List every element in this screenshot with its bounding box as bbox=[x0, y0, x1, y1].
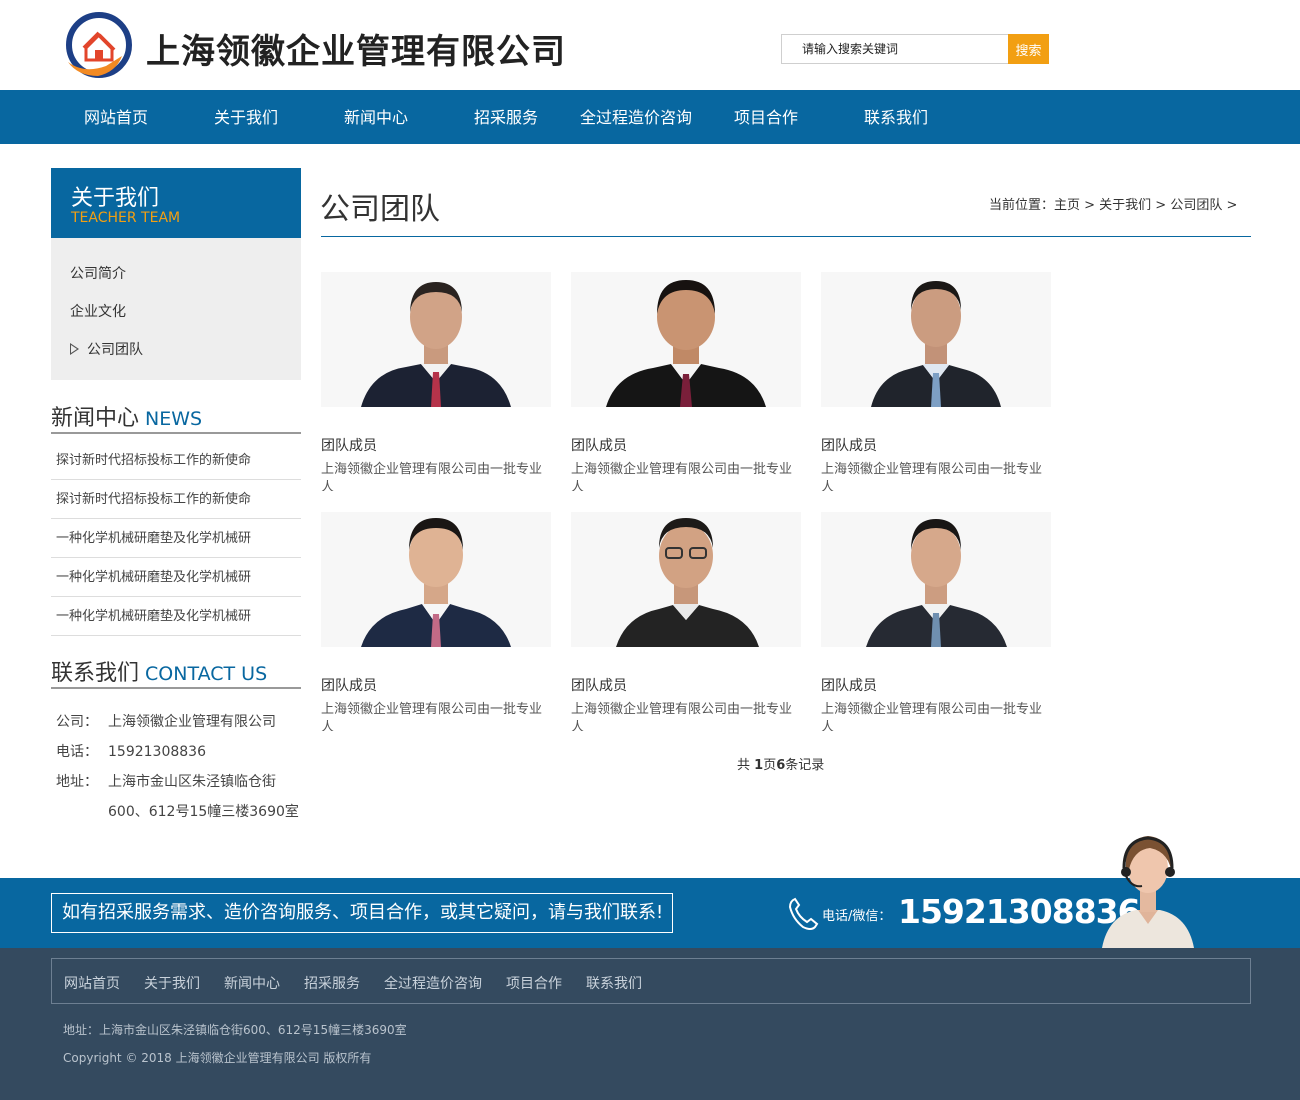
member-photo[interactable] bbox=[321, 512, 551, 647]
nav-item-home[interactable]: 网站首页 bbox=[51, 90, 181, 144]
member-title[interactable]: 团队成员 bbox=[821, 675, 1051, 695]
footer-nav-cooperation[interactable]: 项目合作 bbox=[506, 973, 562, 993]
member-title[interactable]: 团队成员 bbox=[571, 675, 801, 695]
main-nav: 网站首页 关于我们 新闻中心 招采服务 全过程造价咨询 项目合作 联系我们 bbox=[0, 90, 1300, 144]
news-item[interactable]: 探讨新时代招标投标工作的新使命 bbox=[51, 441, 301, 480]
member-portrait-icon bbox=[866, 519, 1007, 647]
nav-item-contact[interactable]: 联系我们 bbox=[831, 90, 961, 144]
member-description: 上海领徽企业管理有限公司由一批专业人 bbox=[321, 702, 543, 731]
footer-address: 地址：上海市金山区朱泾镇临仓街600、612号15幢三楼3690室 bbox=[63, 1023, 407, 1037]
news-heading-cn: 新闻中心 bbox=[51, 406, 140, 431]
footer-nav-news[interactable]: 新闻中心 bbox=[224, 973, 280, 993]
search-button[interactable]: 搜索 bbox=[1008, 34, 1049, 64]
pager-record-count: 6 bbox=[776, 758, 786, 773]
pagination-summary: 共 1页6条记录 bbox=[737, 754, 824, 773]
nav-item-procurement[interactable]: 招采服务 bbox=[441, 90, 571, 144]
member-title[interactable]: 团队成员 bbox=[571, 435, 801, 455]
footer-nav-procurement[interactable]: 招采服务 bbox=[304, 973, 360, 993]
member-title[interactable]: 团队成员 bbox=[321, 435, 551, 455]
banner-message: 如有招采服务需求、造价咨询服务、项目合作，或其它疑问，请与我们联系! bbox=[51, 893, 673, 933]
page: 上海领徽企业管理有限公司 搜索 网站首页 关于我们 新闻中心 招采服务 全过程造… bbox=[0, 0, 1300, 1100]
nav-item-about[interactable]: 关于我们 bbox=[181, 90, 311, 144]
member-photo[interactable] bbox=[571, 272, 801, 407]
news-heading-en: NEWS bbox=[145, 408, 203, 430]
member-description: 上海领徽企业管理有限公司由一批专业人 bbox=[821, 702, 1043, 731]
sidebar-title: 关于我们 bbox=[71, 186, 160, 211]
member-description: 上海领徽企业管理有限公司由一批专业人 bbox=[571, 462, 793, 491]
pager-suffix: 条记录 bbox=[785, 758, 825, 773]
member-photo[interactable] bbox=[321, 272, 551, 407]
member-photo[interactable] bbox=[821, 512, 1051, 647]
member-portrait-icon bbox=[616, 518, 759, 647]
news-section-heading: 新闻中心 NEWS bbox=[51, 400, 301, 434]
member-photo[interactable] bbox=[821, 272, 1051, 407]
sidebar-subtitle: TEACHER TEAM bbox=[71, 210, 181, 226]
phone-label: 电话： bbox=[56, 744, 98, 760]
site-brand-name[interactable]: 上海领徽企业管理有限公司 bbox=[146, 24, 566, 73]
header: 上海领徽企业管理有限公司 搜索 bbox=[0, 0, 1300, 90]
contact-info: 公司： 上海领徽企业管理有限公司 电话： 15921308836 地址： 上海市金山区… bbox=[56, 707, 306, 827]
sidebar-item-team[interactable]: 公司团队 bbox=[70, 339, 143, 359]
pager-mid: 页 bbox=[763, 758, 777, 773]
address-line-1: 上海市金山区朱泾镇临仓街 bbox=[108, 774, 276, 790]
member-title[interactable]: 团队成员 bbox=[821, 435, 1051, 455]
company-name: 上海领徽企业管理有限公司 bbox=[108, 714, 276, 730]
phone-number: 15921308836 bbox=[108, 744, 206, 760]
sidebar-header: 关于我们 TEACHER TEAM bbox=[51, 168, 301, 238]
member-portrait-icon bbox=[361, 282, 511, 407]
member-portrait-icon bbox=[871, 281, 1001, 407]
member-description: 上海领徽企业管理有限公司由一批专业人 bbox=[571, 702, 793, 731]
member-portrait-icon bbox=[606, 280, 766, 407]
play-arrow-icon bbox=[70, 343, 79, 355]
address-line-2: 600、612号15幢三楼3690室 bbox=[108, 804, 299, 820]
banner-phone-label: 电话/微信： bbox=[822, 909, 892, 924]
contact-heading-en: CONTACT US bbox=[145, 663, 268, 685]
news-list: 探讨新时代招标投标工作的新使命 探讨新时代招标投标工作的新使命 一种化学机械研磨… bbox=[51, 441, 301, 636]
member-description: 上海领徽企业管理有限公司由一批专业人 bbox=[321, 462, 543, 491]
title-divider bbox=[321, 236, 1251, 237]
footer: 网站首页 关于我们 新闻中心 招采服务 全过程造价咨询 项目合作 联系我们 地址… bbox=[0, 948, 1300, 1100]
member-portrait-icon bbox=[361, 518, 511, 647]
team-member-card[interactable]: 团队成员 上海领徽企业管理有限公司由一批专业人 bbox=[321, 512, 551, 731]
page-title: 公司团队 bbox=[320, 192, 440, 227]
nav-item-cooperation[interactable]: 项目合作 bbox=[701, 90, 831, 144]
footer-nav-home[interactable]: 网站首页 bbox=[64, 973, 120, 993]
footer-copyright: Copyright © 2018 上海领徽企业管理有限公司 版权所有 bbox=[63, 1051, 372, 1065]
house-hand-logo-icon[interactable] bbox=[64, 10, 134, 80]
contact-section-heading: 联系我们 CONTACT US bbox=[51, 655, 301, 689]
sidebar-item-team-label: 公司团队 bbox=[87, 342, 143, 358]
customer-service-agent-image bbox=[1102, 836, 1194, 948]
pager-page-count: 1 bbox=[754, 758, 764, 773]
breadcrumb[interactable]: 当前位置：主页 > 关于我们 > 公司团队 > bbox=[989, 194, 1237, 213]
news-item[interactable]: 探讨新时代招标投标工作的新使命 bbox=[51, 480, 301, 519]
team-member-card[interactable]: 团队成员 上海领徽企业管理有限公司由一批专业人 bbox=[571, 512, 801, 731]
nav-item-news[interactable]: 新闻中心 bbox=[311, 90, 441, 144]
member-title[interactable]: 团队成员 bbox=[321, 675, 551, 695]
footer-nav-about[interactable]: 关于我们 bbox=[144, 973, 200, 993]
phone-icon bbox=[788, 897, 819, 930]
footer-nav-contact[interactable]: 联系我们 bbox=[586, 973, 642, 993]
sidebar-menu: 公司简介 企业文化 公司团队 bbox=[51, 238, 301, 380]
sidebar-item-culture[interactable]: 企业文化 bbox=[70, 301, 126, 321]
news-item[interactable]: 一种化学机械研磨垫及化学机械研 bbox=[51, 519, 301, 558]
team-member-card[interactable]: 团队成员 上海领徽企业管理有限公司由一批专业人 bbox=[571, 272, 801, 491]
company-label: 公司： bbox=[56, 714, 98, 730]
footer-nav-cost-consulting[interactable]: 全过程造价咨询 bbox=[384, 973, 482, 993]
address-label: 地址： bbox=[56, 774, 98, 790]
team-member-card[interactable]: 团队成员 上海领徽企业管理有限公司由一批专业人 bbox=[821, 512, 1051, 731]
nav-item-cost-consulting[interactable]: 全过程造价咨询 bbox=[571, 90, 701, 144]
team-member-card[interactable]: 团队成员 上海领徽企业管理有限公司由一批专业人 bbox=[321, 272, 551, 491]
member-photo[interactable] bbox=[571, 512, 801, 647]
news-item[interactable]: 一种化学机械研磨垫及化学机械研 bbox=[51, 558, 301, 597]
footer-nav: 网站首页 关于我们 新闻中心 招采服务 全过程造价咨询 项目合作 联系我们 bbox=[51, 958, 1251, 1004]
news-item[interactable]: 一种化学机械研磨垫及化学机械研 bbox=[51, 597, 301, 636]
team-member-card[interactable]: 团队成员 上海领徽企业管理有限公司由一批专业人 bbox=[821, 272, 1051, 491]
member-description: 上海领徽企业管理有限公司由一批专业人 bbox=[821, 462, 1043, 491]
sidebar-item-company-profile[interactable]: 公司简介 bbox=[70, 263, 126, 283]
pager-prefix: 共 bbox=[737, 758, 755, 773]
contact-heading-cn: 联系我们 bbox=[51, 661, 140, 686]
search-input[interactable] bbox=[781, 34, 1009, 64]
